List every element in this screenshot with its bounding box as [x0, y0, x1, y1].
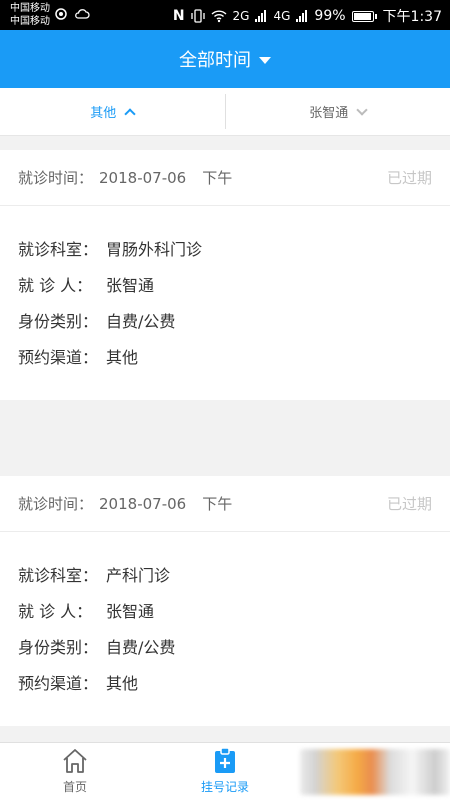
chevron-up-icon — [124, 107, 136, 120]
visit-time: 就诊时间： 2018-07-06 下午 — [18, 167, 232, 188]
visit-date: 2018-07-06 — [99, 169, 187, 187]
blurred-overlay — [300, 748, 450, 795]
record-header: 就诊时间： 2018-07-06 下午 已过期 — [0, 150, 450, 206]
detail-value: 其他 — [106, 348, 139, 367]
carrier-2: 中国移动 — [10, 16, 50, 27]
wifi-icon — [211, 10, 227, 23]
filter-patient-label: 张智通 — [309, 106, 349, 121]
filter-channel-label: 其他 — [90, 106, 117, 121]
clock: 下午1:37 — [382, 9, 442, 25]
nav-records-label: 挂号记录 — [200, 780, 249, 794]
network-2g-label: 2G — [232, 9, 250, 23]
detail-patient: 就 诊 人： 张智通 — [18, 594, 432, 630]
chevron-down-icon — [356, 103, 368, 116]
home-icon — [63, 749, 87, 773]
filter-patient[interactable]: 张智通 — [226, 88, 450, 135]
carrier-labels: 中国移动 中国移动 — [10, 2, 50, 28]
record-card[interactable]: 就诊时间： 2018-07-06 下午 已过期 就诊科室： 胃肠外科门诊 就 诊 人：… — [0, 150, 450, 400]
status-left-icons — [54, 7, 90, 21]
signal-icon-2 — [296, 10, 308, 22]
visit-date: 2018-07-06 — [99, 495, 187, 513]
visit-time: 就诊时间： 2018-07-06 下午 — [18, 493, 232, 514]
detail-key: 就诊科室： — [18, 566, 99, 585]
filter-bar: 其他 张智通 — [0, 88, 450, 136]
visit-period: 下午 — [202, 169, 233, 187]
detail-value: 产科门诊 — [106, 566, 171, 585]
clipboard-plus-icon — [215, 748, 235, 773]
battery-icon — [351, 10, 374, 22]
nfc-icon: N — [172, 8, 185, 24]
status-right: N 2G 4G 99% 下午1:37 — [173, 6, 442, 26]
detail-value: 自费/公费 — [106, 312, 176, 331]
detail-key: 身份类别： — [18, 312, 99, 331]
battery-cap — [374, 13, 377, 19]
bottom-nav: 首页 挂号记录 — [0, 742, 450, 800]
detail-key: 预约渠道： — [18, 348, 99, 367]
filter-channel[interactable]: 其他 — [0, 88, 225, 135]
status-badge: 已过期 — [386, 169, 432, 187]
header-title: 全部时间 — [179, 50, 251, 71]
record-details: 就诊科室： 产科门诊 就 诊 人： 张智通 身份类别： 自费/公费 预约渠道： 其他 — [0, 532, 450, 726]
detail-identity: 身份类别： 自费/公费 — [18, 304, 432, 340]
nav-home[interactable]: 首页 — [0, 743, 150, 800]
detail-key: 就 诊 人： — [18, 276, 93, 295]
detail-key: 就 诊 人： — [18, 602, 93, 621]
network-4g-label: 4G — [273, 9, 291, 23]
record-card[interactable]: 就诊时间： 2018-07-06 下午 已过期 就诊科室： 产科门诊 就 诊 人： 张智… — [0, 476, 450, 726]
vibrate-icon — [190, 9, 205, 23]
detail-value: 张智通 — [106, 602, 155, 621]
detail-patient: 就 诊 人： 张智通 — [18, 268, 432, 304]
detail-channel: 预约渠道： 其他 — [18, 666, 432, 702]
record-details: 就诊科室： 胃肠外科门诊 就 诊 人： 张智通 身份类别： 自费/公费 预约渠道： 其他 — [0, 206, 450, 400]
record-header: 就诊时间： 2018-07-06 下午 已过期 — [0, 476, 450, 532]
detail-value: 张智通 — [106, 276, 155, 295]
detail-department: 就诊科室： 胃肠外科门诊 — [18, 232, 432, 268]
status-badge: 已过期 — [386, 495, 432, 513]
nav-records[interactable]: 挂号记录 — [150, 743, 300, 800]
visit-time-label: 就诊时间： — [18, 495, 94, 513]
cloud-icon — [75, 9, 90, 19]
battery-percent: 99% — [314, 8, 346, 24]
detail-identity: 身份类别： 自费/公费 — [18, 630, 432, 666]
visit-time-label: 就诊时间： — [18, 169, 94, 187]
detail-key: 身份类别： — [18, 638, 99, 657]
carrier-1: 中国移动 — [10, 3, 50, 14]
nav-home-label: 首页 — [62, 780, 87, 794]
header-time-filter[interactable]: 全部时间 — [0, 30, 450, 88]
detail-key: 预约渠道： — [18, 674, 99, 693]
blurred-region — [300, 743, 450, 800]
visit-period: 下午 — [202, 495, 233, 513]
detail-key: 就诊科室： — [18, 240, 99, 259]
detail-value: 胃肠外科门诊 — [106, 240, 203, 259]
detail-channel: 预约渠道： 其他 — [18, 340, 432, 376]
detail-department: 就诊科室： 产科门诊 — [18, 558, 432, 594]
detail-value: 其他 — [106, 674, 139, 693]
signal-icon-1 — [255, 10, 267, 22]
weather-icon — [55, 8, 67, 20]
caret-down-icon — [259, 57, 271, 64]
status-bar: 中国移动 中国移动 N 2G 4G 99% 下午1:37 — [0, 0, 450, 30]
detail-value: 自费/公费 — [106, 638, 176, 657]
